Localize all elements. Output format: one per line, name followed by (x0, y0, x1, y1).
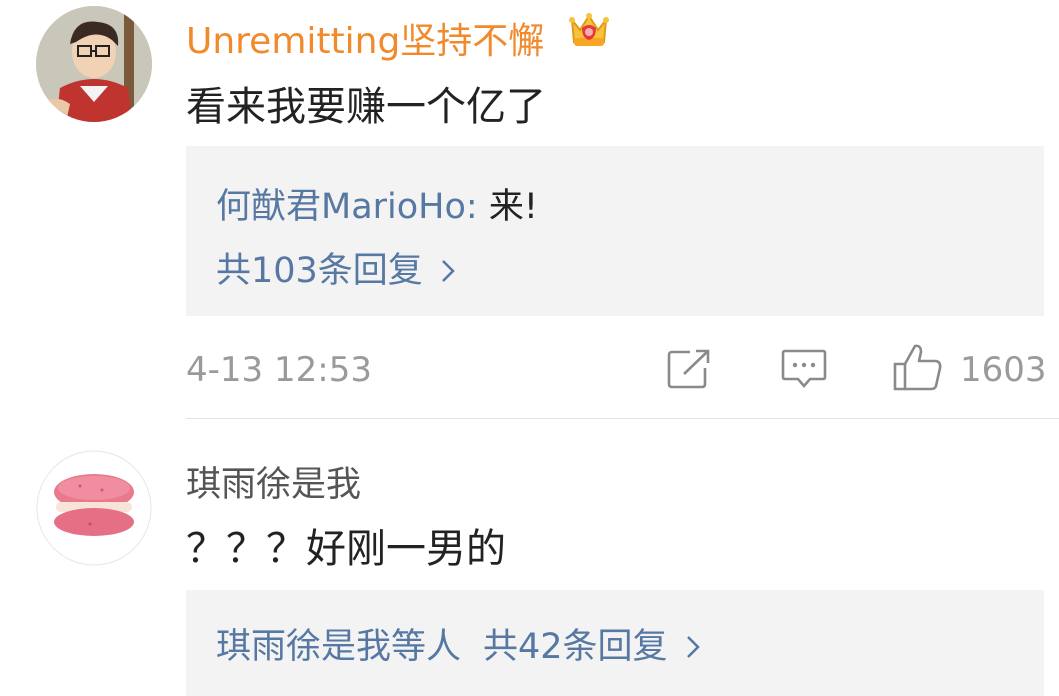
share-icon[interactable] (666, 348, 712, 390)
chevron-right-icon (686, 628, 700, 668)
comment-icon[interactable] (780, 348, 828, 390)
reply-separator: : (465, 187, 489, 227)
like-icon[interactable] (892, 342, 944, 392)
reply-author[interactable]: 何猷君MarioHo (216, 187, 466, 227)
comment-text: ？？？好刚一男的 (186, 526, 506, 572)
reply-preview[interactable]: 何猷君MarioHo: 来! (216, 178, 538, 229)
reply-content: 来! (488, 187, 538, 227)
username[interactable]: 琪雨徐是我 (186, 456, 361, 507)
reply-count-label[interactable]: 共42条回复 (483, 627, 668, 667)
chevron-right-icon (441, 252, 455, 292)
divider (186, 418, 1059, 419)
comment-text: 看来我要赚一个亿了 (186, 84, 546, 130)
crown-icon[interactable] (566, 8, 612, 54)
reply-count-link[interactable]: 共103条回复 (216, 242, 455, 293)
reply-authors-label[interactable]: 琪雨徐是我等人 (216, 627, 461, 667)
reply-count-link[interactable]: 琪雨徐是我等人 共42条回复 (216, 618, 700, 669)
comment-list: Unremitting坚持不懈 看来我要赚一个亿了 何猷君MarioHo: 来!… (0, 0, 1059, 696)
avatar[interactable] (36, 6, 152, 122)
like-count: 1603 (960, 350, 1047, 390)
avatar[interactable] (36, 450, 152, 566)
timestamp: 4-13 12:53 (186, 350, 372, 390)
reply-count-label[interactable]: 共103条回复 (216, 251, 423, 291)
username[interactable]: Unremitting坚持不懈 (186, 12, 544, 64)
